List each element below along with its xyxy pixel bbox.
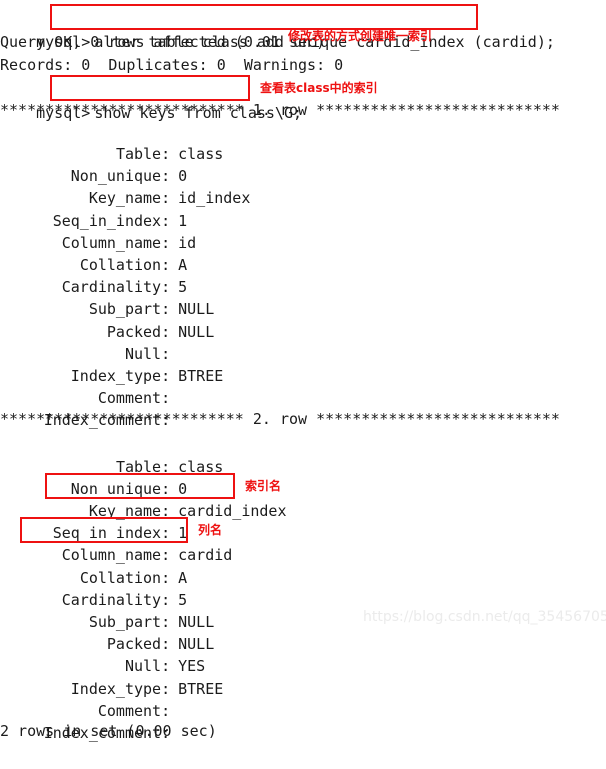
field-row2-9: Null: YES (0, 630, 205, 675)
command-line-1: mysql> alter table class add unique cardi… (0, 6, 555, 51)
annotation-create-unique-index: 修改表的方式创建唯一索引 (288, 29, 433, 43)
annotation-index-name: 索引名 (245, 479, 282, 493)
field-row2-0: Table: class (0, 431, 223, 476)
annotation-show-index: 查看表class中的索引 (260, 81, 378, 95)
field-row2-1: Non_unique: 0 (0, 453, 187, 498)
field-row1-8: Packed: NULL (0, 296, 214, 341)
field-row1-0: Table: class (0, 118, 223, 163)
field-row1-3: Seq_in_index: 1 (0, 185, 187, 230)
field-row1-10: Index_type: BTREE (0, 340, 224, 385)
result-1-line-1: Query OK, 0 rows affected (0.01 sec) (0, 33, 326, 51)
field-row2-8: Packed: NULL (0, 608, 214, 653)
field-row2-7: Sub_part: NULL (0, 586, 214, 631)
field-row2-10: Index_type: BTREE (0, 653, 224, 698)
row-separator-2: *************************** 2. row *****… (0, 409, 560, 428)
terminal-output: mysql> alter table class add unique cardi… (0, 0, 606, 742)
field-row2-2: Key_name: cardid_index (0, 475, 287, 520)
field-row1-9: Null: (0, 318, 178, 363)
field-row2-11: Comment: (0, 675, 178, 720)
field-row2-3: Seq_in_index: 1 (0, 497, 187, 542)
field-row1-1: Non_unique: 0 (0, 140, 187, 185)
result-footer: 2 rows in set (0.00 sec) (0, 722, 217, 741)
annotation-column-name: 列名 (198, 523, 223, 538)
field-row2-5: Collation: A (0, 542, 187, 587)
field-row1-6: Cardinality: 5 (0, 251, 187, 296)
watermark: https://blog.csdn.net/qq_35456705 (363, 609, 606, 625)
field-row1-7: Sub_part: NULL (0, 273, 214, 318)
field-row1-11: Comment: (0, 362, 178, 407)
field-row1-4: Column_name: id (0, 207, 196, 252)
field-row1-12: Index_comment: (0, 384, 178, 429)
field-row1-2: Key_name: id_index (0, 162, 251, 207)
result-1-line-2: Records: 0 Duplicates: 0 Warnings: 0 (0, 56, 344, 74)
field-row2-12: Index_comment: (0, 697, 178, 742)
field-row2-6: Cardinality: 5 (0, 564, 187, 609)
field-row1-5: Collation: A (0, 229, 187, 274)
